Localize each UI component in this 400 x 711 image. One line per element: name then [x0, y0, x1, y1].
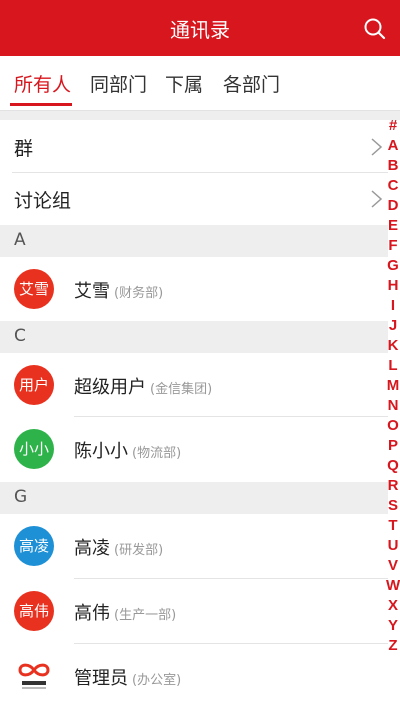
- index-letter[interactable]: F: [386, 236, 400, 256]
- contact-row[interactable]: 艾雪 艾雪 (财务部): [0, 257, 388, 321]
- index-letter[interactable]: T: [386, 516, 400, 536]
- tabs-divider: [0, 110, 400, 120]
- discussion-groups-row[interactable]: 讨论组: [0, 173, 388, 225]
- index-letter[interactable]: J: [386, 316, 400, 336]
- search-icon: [364, 18, 386, 40]
- section-header-a: A: [0, 225, 388, 257]
- index-letter[interactable]: Y: [386, 616, 400, 636]
- groups-label: 群: [14, 138, 34, 160]
- tab-departments[interactable]: 各部门: [223, 70, 280, 97]
- index-letter[interactable]: N: [386, 396, 400, 416]
- index-letter[interactable]: Q: [386, 456, 400, 476]
- index-letter[interactable]: C: [386, 176, 400, 196]
- index-letter[interactable]: I: [386, 296, 400, 316]
- index-letter[interactable]: G: [386, 256, 400, 276]
- contact-row[interactable]: 高凌 高凌 (研发部): [0, 514, 388, 578]
- contact-name: 超级用户: [74, 377, 146, 398]
- contact-name-wrap: 艾雪 (财务部): [74, 277, 163, 303]
- contact-department: (办公室): [132, 673, 182, 688]
- contact-row[interactable]: 小小 陈小小 (物流部): [0, 417, 388, 481]
- avatar: 高凌: [14, 526, 54, 566]
- index-letter[interactable]: S: [386, 496, 400, 516]
- avatar: 用户: [14, 365, 54, 405]
- index-letter[interactable]: A: [386, 136, 400, 156]
- groups-row[interactable]: 群: [0, 121, 388, 173]
- tab-same-department[interactable]: 同部门: [90, 70, 147, 97]
- index-letter[interactable]: X: [386, 596, 400, 616]
- contact-department: (物流部): [132, 446, 182, 461]
- index-letter[interactable]: Z: [386, 636, 400, 656]
- contact-name: 陈小小: [74, 441, 128, 462]
- chevron-right-icon: [371, 138, 383, 156]
- index-letter[interactable]: U: [386, 536, 400, 556]
- tab-all[interactable]: 所有人: [14, 70, 71, 97]
- contact-name: 高伟: [74, 603, 110, 624]
- section-header-g: G: [0, 482, 388, 514]
- active-tab-indicator: [10, 103, 72, 106]
- search-button[interactable]: [362, 16, 388, 42]
- infinity-logo-icon: [18, 663, 50, 689]
- tab-subordinates[interactable]: 下属: [165, 70, 203, 97]
- index-letter[interactable]: H: [386, 276, 400, 296]
- page-title: 通讯录: [170, 18, 230, 42]
- section-letter: G: [14, 487, 28, 507]
- contact-department: (研发部): [114, 543, 164, 558]
- contact-row[interactable]: 用户 超级用户 (金信集团): [0, 353, 388, 417]
- discussion-groups-label: 讨论组: [14, 190, 72, 212]
- contact-name-wrap: 高伟 (生产一部): [74, 599, 176, 625]
- avatar: 高伟: [14, 591, 54, 631]
- contact-name-wrap: 管理员 (办公室): [74, 664, 181, 690]
- chevron-right-icon: [371, 190, 383, 208]
- index-letter[interactable]: #: [386, 116, 400, 136]
- alphabet-index[interactable]: # A B C D E F G H I J K L M N O P Q R S T U V W X Y Z: [386, 116, 400, 656]
- contact-name: 管理员: [74, 668, 128, 689]
- contact-department: (财务部): [114, 286, 164, 301]
- index-letter[interactable]: B: [386, 156, 400, 176]
- section-header-c: C: [0, 321, 388, 353]
- contact-name-wrap: 高凌 (研发部): [74, 534, 163, 560]
- index-letter[interactable]: D: [386, 196, 400, 216]
- index-letter[interactable]: K: [386, 336, 400, 356]
- contact-name: 艾雪: [74, 281, 110, 302]
- contact-department: (金信集团): [150, 382, 213, 397]
- tab-bar: 所有人 同部门 下属 各部门: [0, 56, 400, 110]
- section-letter: A: [14, 230, 26, 250]
- contact-row[interactable]: 管理员 (办公室): [0, 644, 388, 708]
- avatar: [14, 656, 54, 696]
- avatar: 小小: [14, 429, 54, 469]
- section-letter: C: [14, 326, 26, 346]
- contact-name: 高凌: [74, 538, 110, 559]
- index-letter[interactable]: E: [386, 216, 400, 236]
- index-letter[interactable]: W: [386, 576, 400, 596]
- top-bar: 通讯录: [0, 0, 400, 56]
- index-letter[interactable]: P: [386, 436, 400, 456]
- index-letter[interactable]: M: [386, 376, 400, 396]
- index-letter[interactable]: R: [386, 476, 400, 496]
- contact-name-wrap: 陈小小 (物流部): [74, 437, 181, 463]
- avatar: 艾雪: [14, 269, 54, 309]
- index-letter[interactable]: V: [386, 556, 400, 576]
- contact-name-wrap: 超级用户 (金信集团): [74, 373, 212, 399]
- index-letter[interactable]: O: [386, 416, 400, 436]
- contact-department: (生产一部): [114, 608, 177, 623]
- index-letter[interactable]: L: [386, 356, 400, 376]
- contact-row[interactable]: 高伟 高伟 (生产一部): [0, 579, 388, 643]
